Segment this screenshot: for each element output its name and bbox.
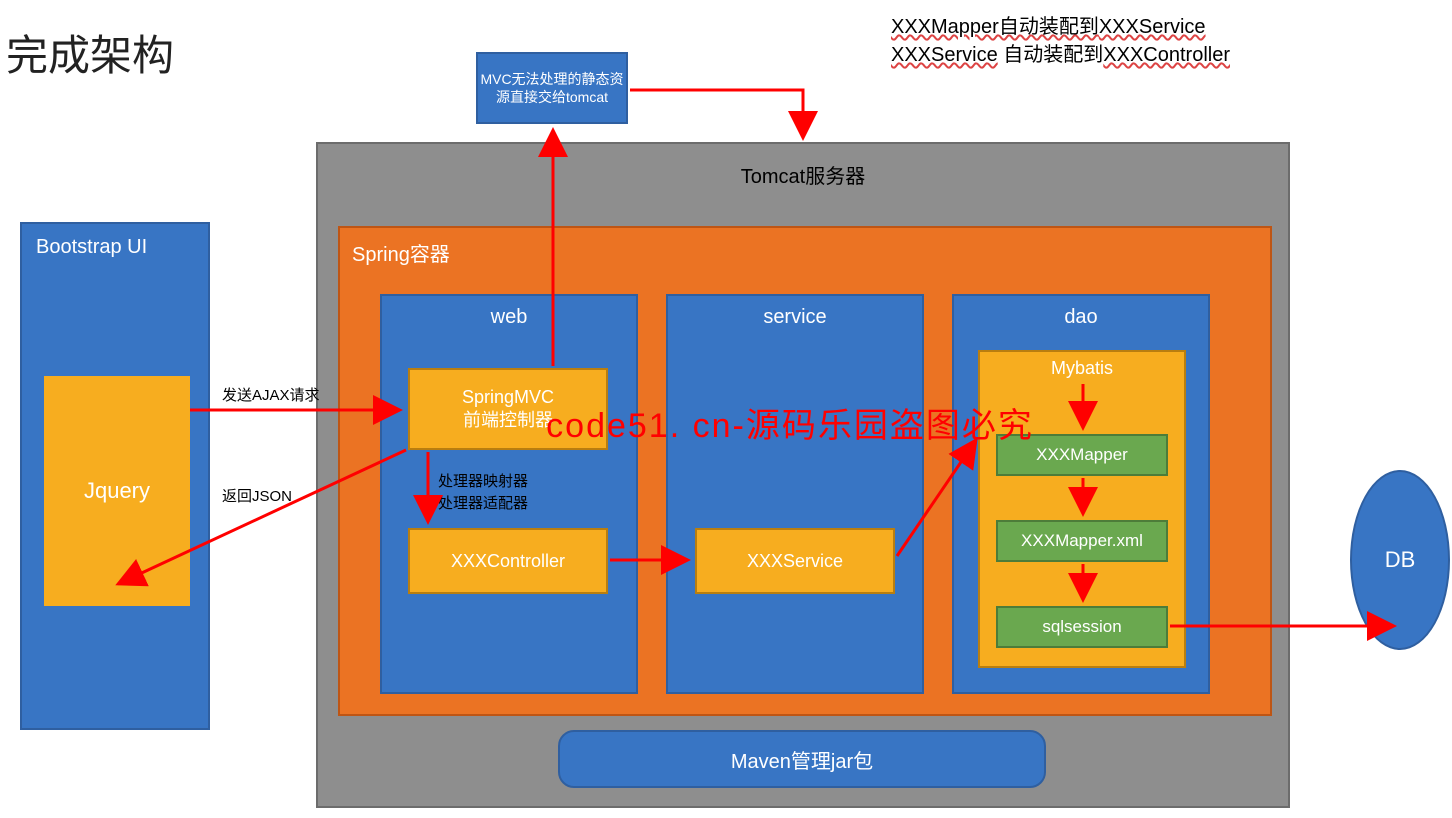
service-layer [666,294,924,694]
dao-title: dao [952,298,1210,337]
label-return-json: 返回JSON [222,485,292,506]
label-handler-mapper: 处理器映射器 [438,470,528,491]
label-handler-adapter: 处理器适配器 [438,492,528,513]
watermark-text: code51. cn-源码乐园盗图必究 [370,398,1210,447]
web-title: web [380,298,638,337]
static-resource-info: MVC无法处理的静态资源直接交给tomcat [476,52,628,124]
tomcat-title: Tomcat服务器 [316,150,1290,199]
label-send-ajax: 发送AJAX请求 [222,384,320,405]
diagram-title: 完成架构 [6,22,174,83]
maven-box: Maven管理jar包 [558,730,1046,788]
mapper-xml-box: XXXMapper.xml [996,520,1168,562]
note-line-1: XXXMapper自动装配到XXXService [891,10,1206,39]
note-line-2: XXXService 自动装配到XXXController [891,38,1230,67]
jquery-box: Jquery [44,376,190,606]
spring-title: Spring容器 [338,228,1272,277]
service-box: XXXService [695,528,895,594]
bootstrap-title: Bootstrap UI [36,236,147,258]
controller-box: XXXController [408,528,608,594]
db-ellipse: DB [1350,470,1450,650]
service-title: service [666,298,924,337]
sqlsession-box: sqlsession [996,606,1168,648]
